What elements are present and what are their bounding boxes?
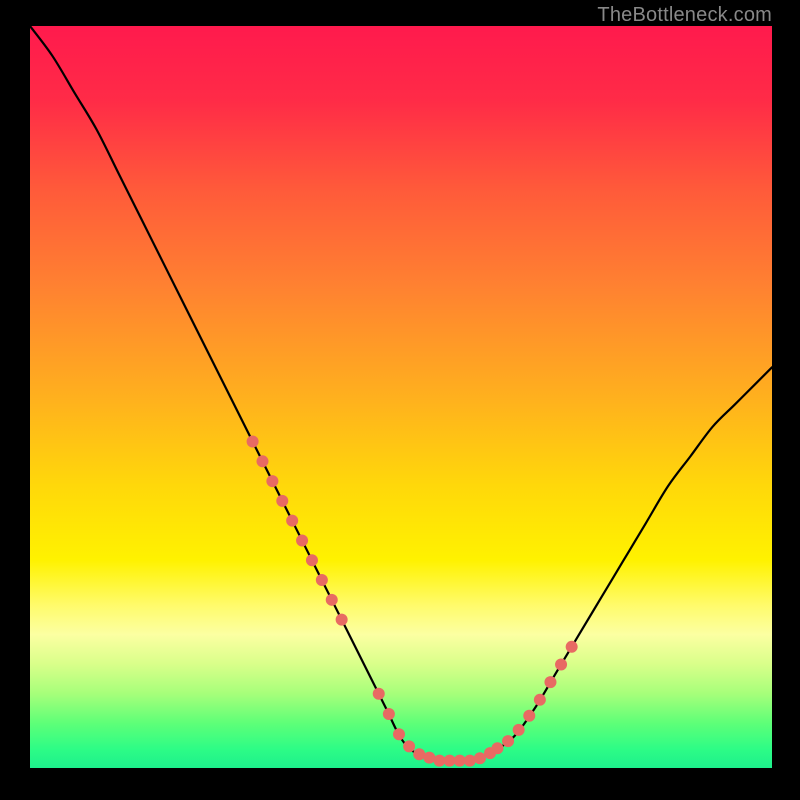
chart-stage: TheBottleneck.com [0, 0, 800, 800]
plot-area [30, 26, 772, 768]
watermark-text: TheBottleneck.com [597, 4, 772, 27]
bottleneck-curve [30, 26, 772, 761]
floor-dotted-band [373, 688, 496, 767]
curve-layer [30, 26, 772, 768]
